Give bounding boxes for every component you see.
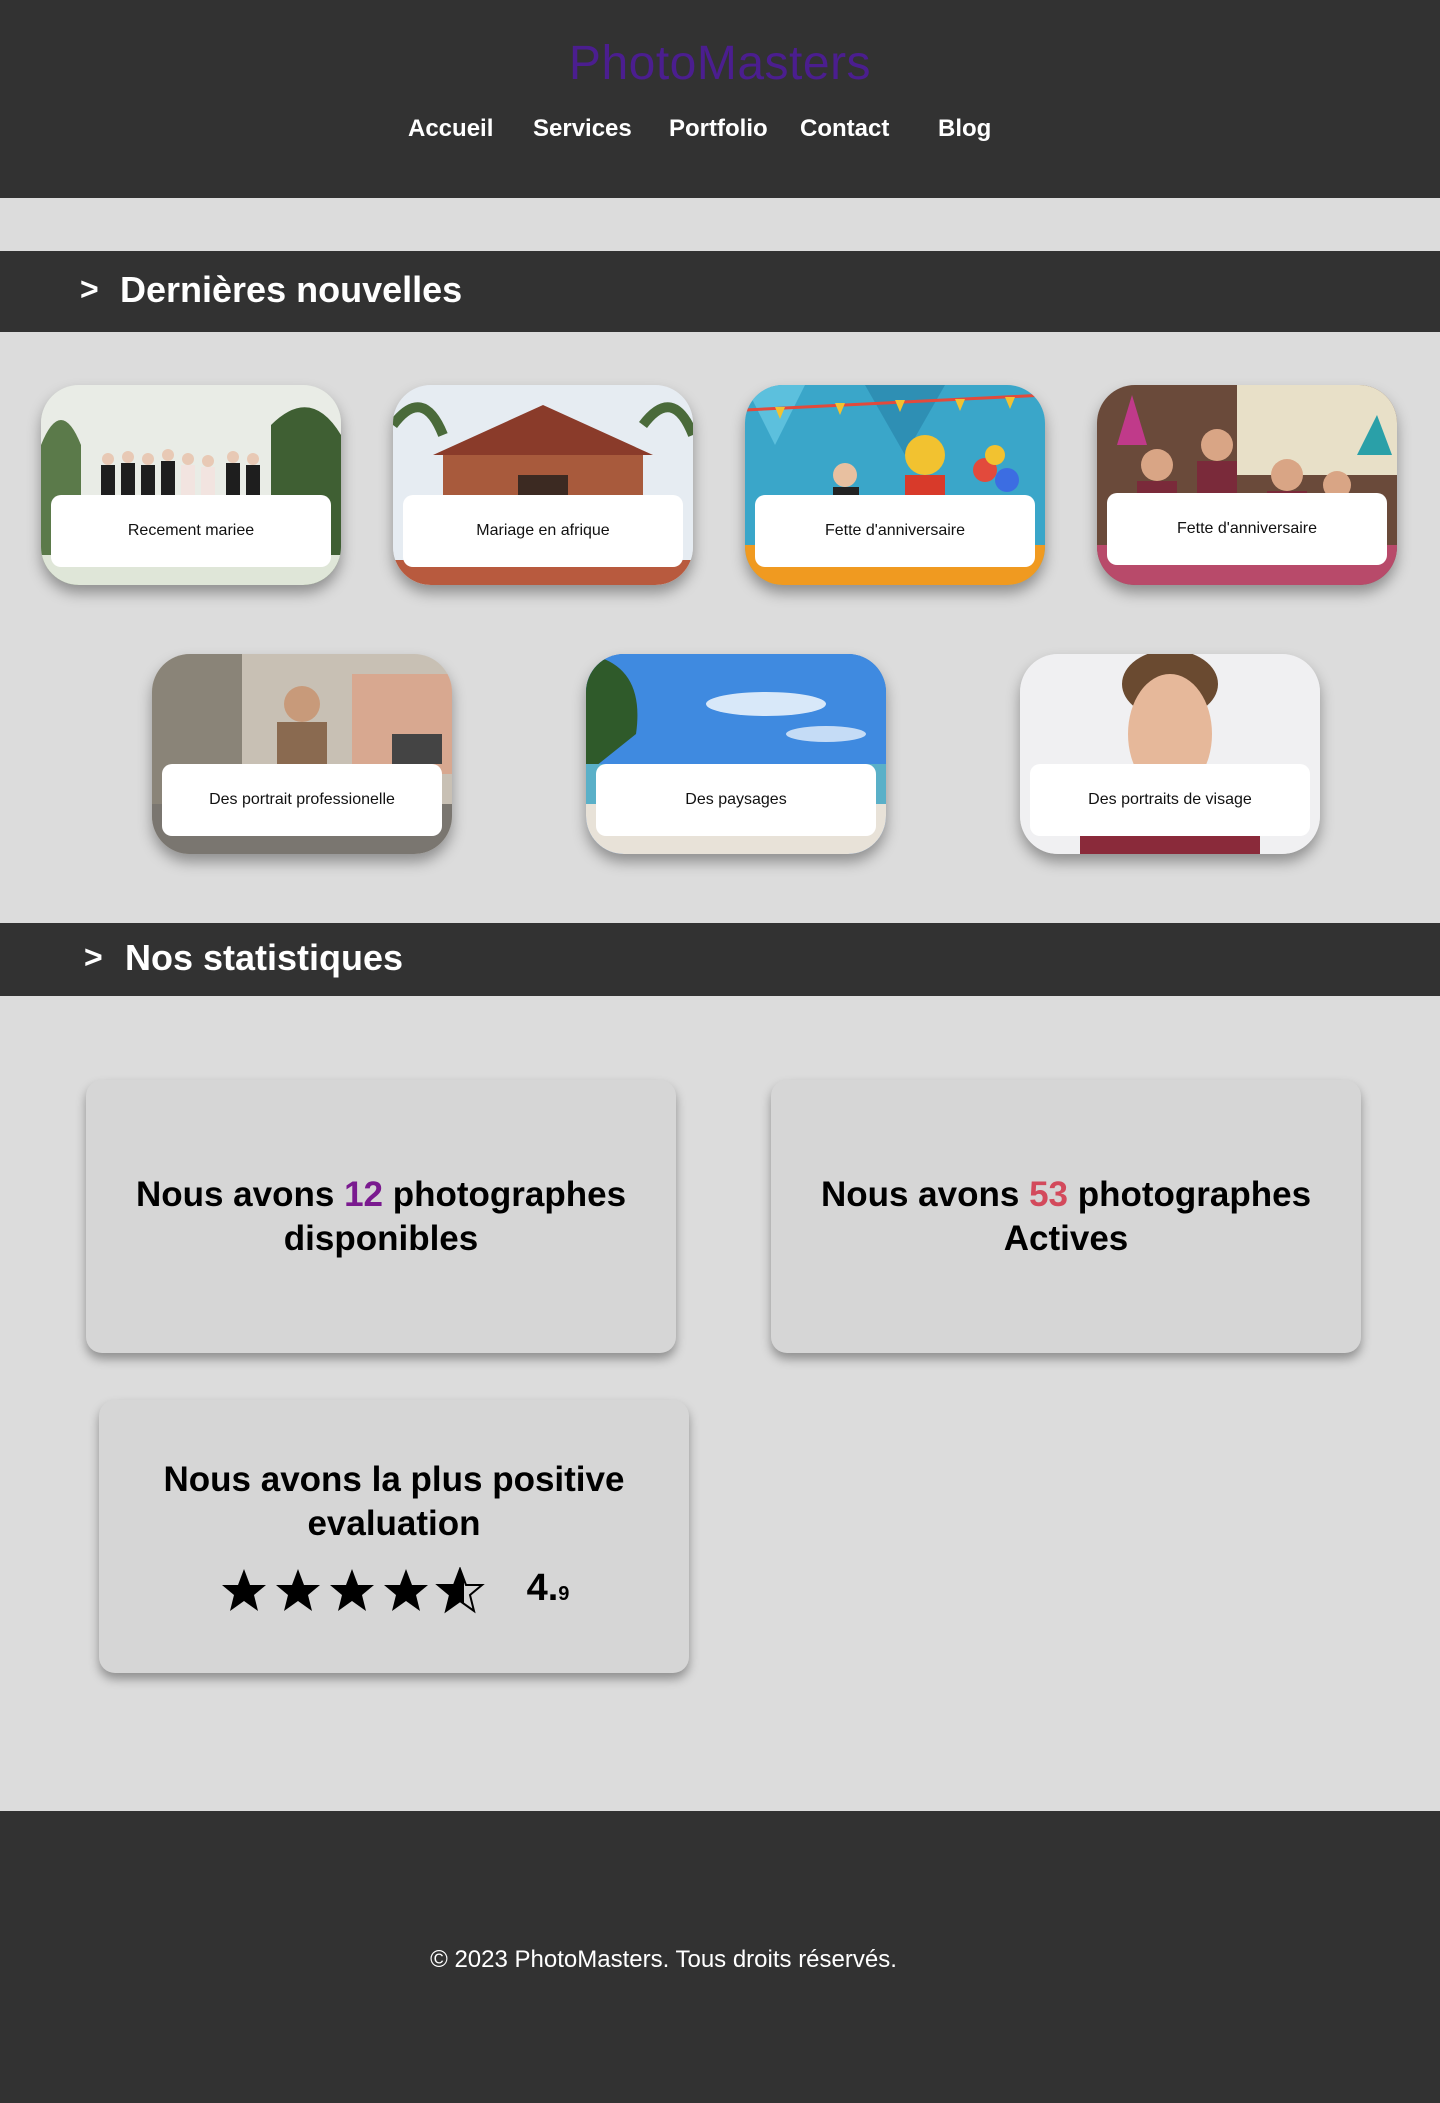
stats-banner: > Nos statistiques bbox=[0, 923, 1440, 996]
site-header: PhotoMasters Accueil Services Portfolio … bbox=[0, 0, 1440, 198]
star-icon bbox=[383, 1568, 428, 1611]
stat-rating: Nous avons la plus positive evaluation 4… bbox=[99, 1400, 689, 1673]
news-card-label: Des portraits de visage bbox=[1030, 764, 1310, 836]
copyright-text: © 2023 PhotoMasters. Tous droits réservé… bbox=[430, 1946, 897, 1973]
nav-accueil[interactable]: Accueil bbox=[408, 115, 493, 143]
stat-middle: photographes bbox=[1077, 1174, 1312, 1214]
news-card-label: Des portrait professionelle bbox=[162, 764, 442, 836]
stats-title: Nos statistiques bbox=[125, 937, 404, 978]
star-icon bbox=[275, 1568, 320, 1611]
news-card-pro-portrait[interactable]: Des portrait professionelle bbox=[152, 654, 452, 854]
nav-blog[interactable]: Blog bbox=[938, 115, 991, 143]
stat-number: 12 bbox=[344, 1174, 383, 1214]
stat-middle: photographes bbox=[392, 1174, 627, 1214]
chevron-right-icon: > bbox=[84, 939, 103, 975]
stat-line-1: Nous avons 12 photographes bbox=[136, 1173, 626, 1217]
news-card-label: Recement mariee bbox=[51, 495, 331, 567]
stat-available-photographers: Nous avons 12 photographes disponibles bbox=[86, 1080, 676, 1353]
rating-main: 4. bbox=[526, 1566, 559, 1609]
nav-contact[interactable]: Contact bbox=[800, 115, 889, 143]
rating-value: 4.9 bbox=[527, 1566, 570, 1616]
news-card-birthday-kids[interactable]: Fette d'anniversaire bbox=[745, 385, 1045, 585]
rating-decimal: 9 bbox=[558, 1582, 570, 1605]
news-card-label: Des paysages bbox=[596, 764, 876, 836]
rating-stars bbox=[219, 1566, 485, 1615]
stat-rating-line-1: Nous avons la plus positive bbox=[163, 1459, 625, 1499]
news-card-wedding[interactable]: Recement mariee bbox=[41, 385, 341, 585]
chevron-right-icon: > bbox=[80, 271, 99, 307]
news-card-label: Fette d'anniversaire bbox=[1107, 493, 1387, 565]
stat-line-1: Nous avons 53 photographes bbox=[821, 1173, 1311, 1217]
stat-prefix: Nous avons bbox=[820, 1174, 1020, 1214]
stat-rating-line-2: evaluation bbox=[307, 1503, 481, 1543]
news-card-birthday-celebration[interactable]: Fette d'anniversaire bbox=[1097, 385, 1397, 585]
stat-prefix: Nous avons bbox=[135, 1174, 335, 1214]
site-logo[interactable]: PhotoMasters bbox=[0, 36, 1440, 91]
rating-row: 4.9 bbox=[219, 1566, 570, 1616]
site-footer: © 2023 PhotoMasters. Tous droits réservé… bbox=[0, 1811, 1440, 2103]
news-card-label: Mariage en afrique bbox=[403, 495, 683, 567]
star-icon bbox=[221, 1568, 266, 1611]
star-half-icon bbox=[434, 1566, 485, 1613]
news-card-african-wedding[interactable]: Mariage en afrique bbox=[393, 385, 693, 585]
news-banner: > Dernières nouvelles bbox=[0, 251, 1440, 332]
stat-suffix: Actives bbox=[1003, 1218, 1129, 1258]
star-icon bbox=[329, 1568, 374, 1611]
news-card-landscape[interactable]: Des paysages bbox=[586, 654, 886, 854]
news-title: Dernières nouvelles bbox=[120, 269, 463, 310]
news-card-face-portrait[interactable]: Des portraits de visage bbox=[1020, 654, 1320, 854]
stat-number: 53 bbox=[1029, 1174, 1068, 1214]
nav-portfolio[interactable]: Portfolio bbox=[669, 115, 768, 143]
nav-services[interactable]: Services bbox=[533, 115, 632, 143]
news-card-label: Fette d'anniversaire bbox=[755, 495, 1035, 567]
stat-suffix: disponibles bbox=[283, 1218, 479, 1258]
stat-active-photographers: Nous avons 53 photographes Actives bbox=[771, 1080, 1361, 1353]
